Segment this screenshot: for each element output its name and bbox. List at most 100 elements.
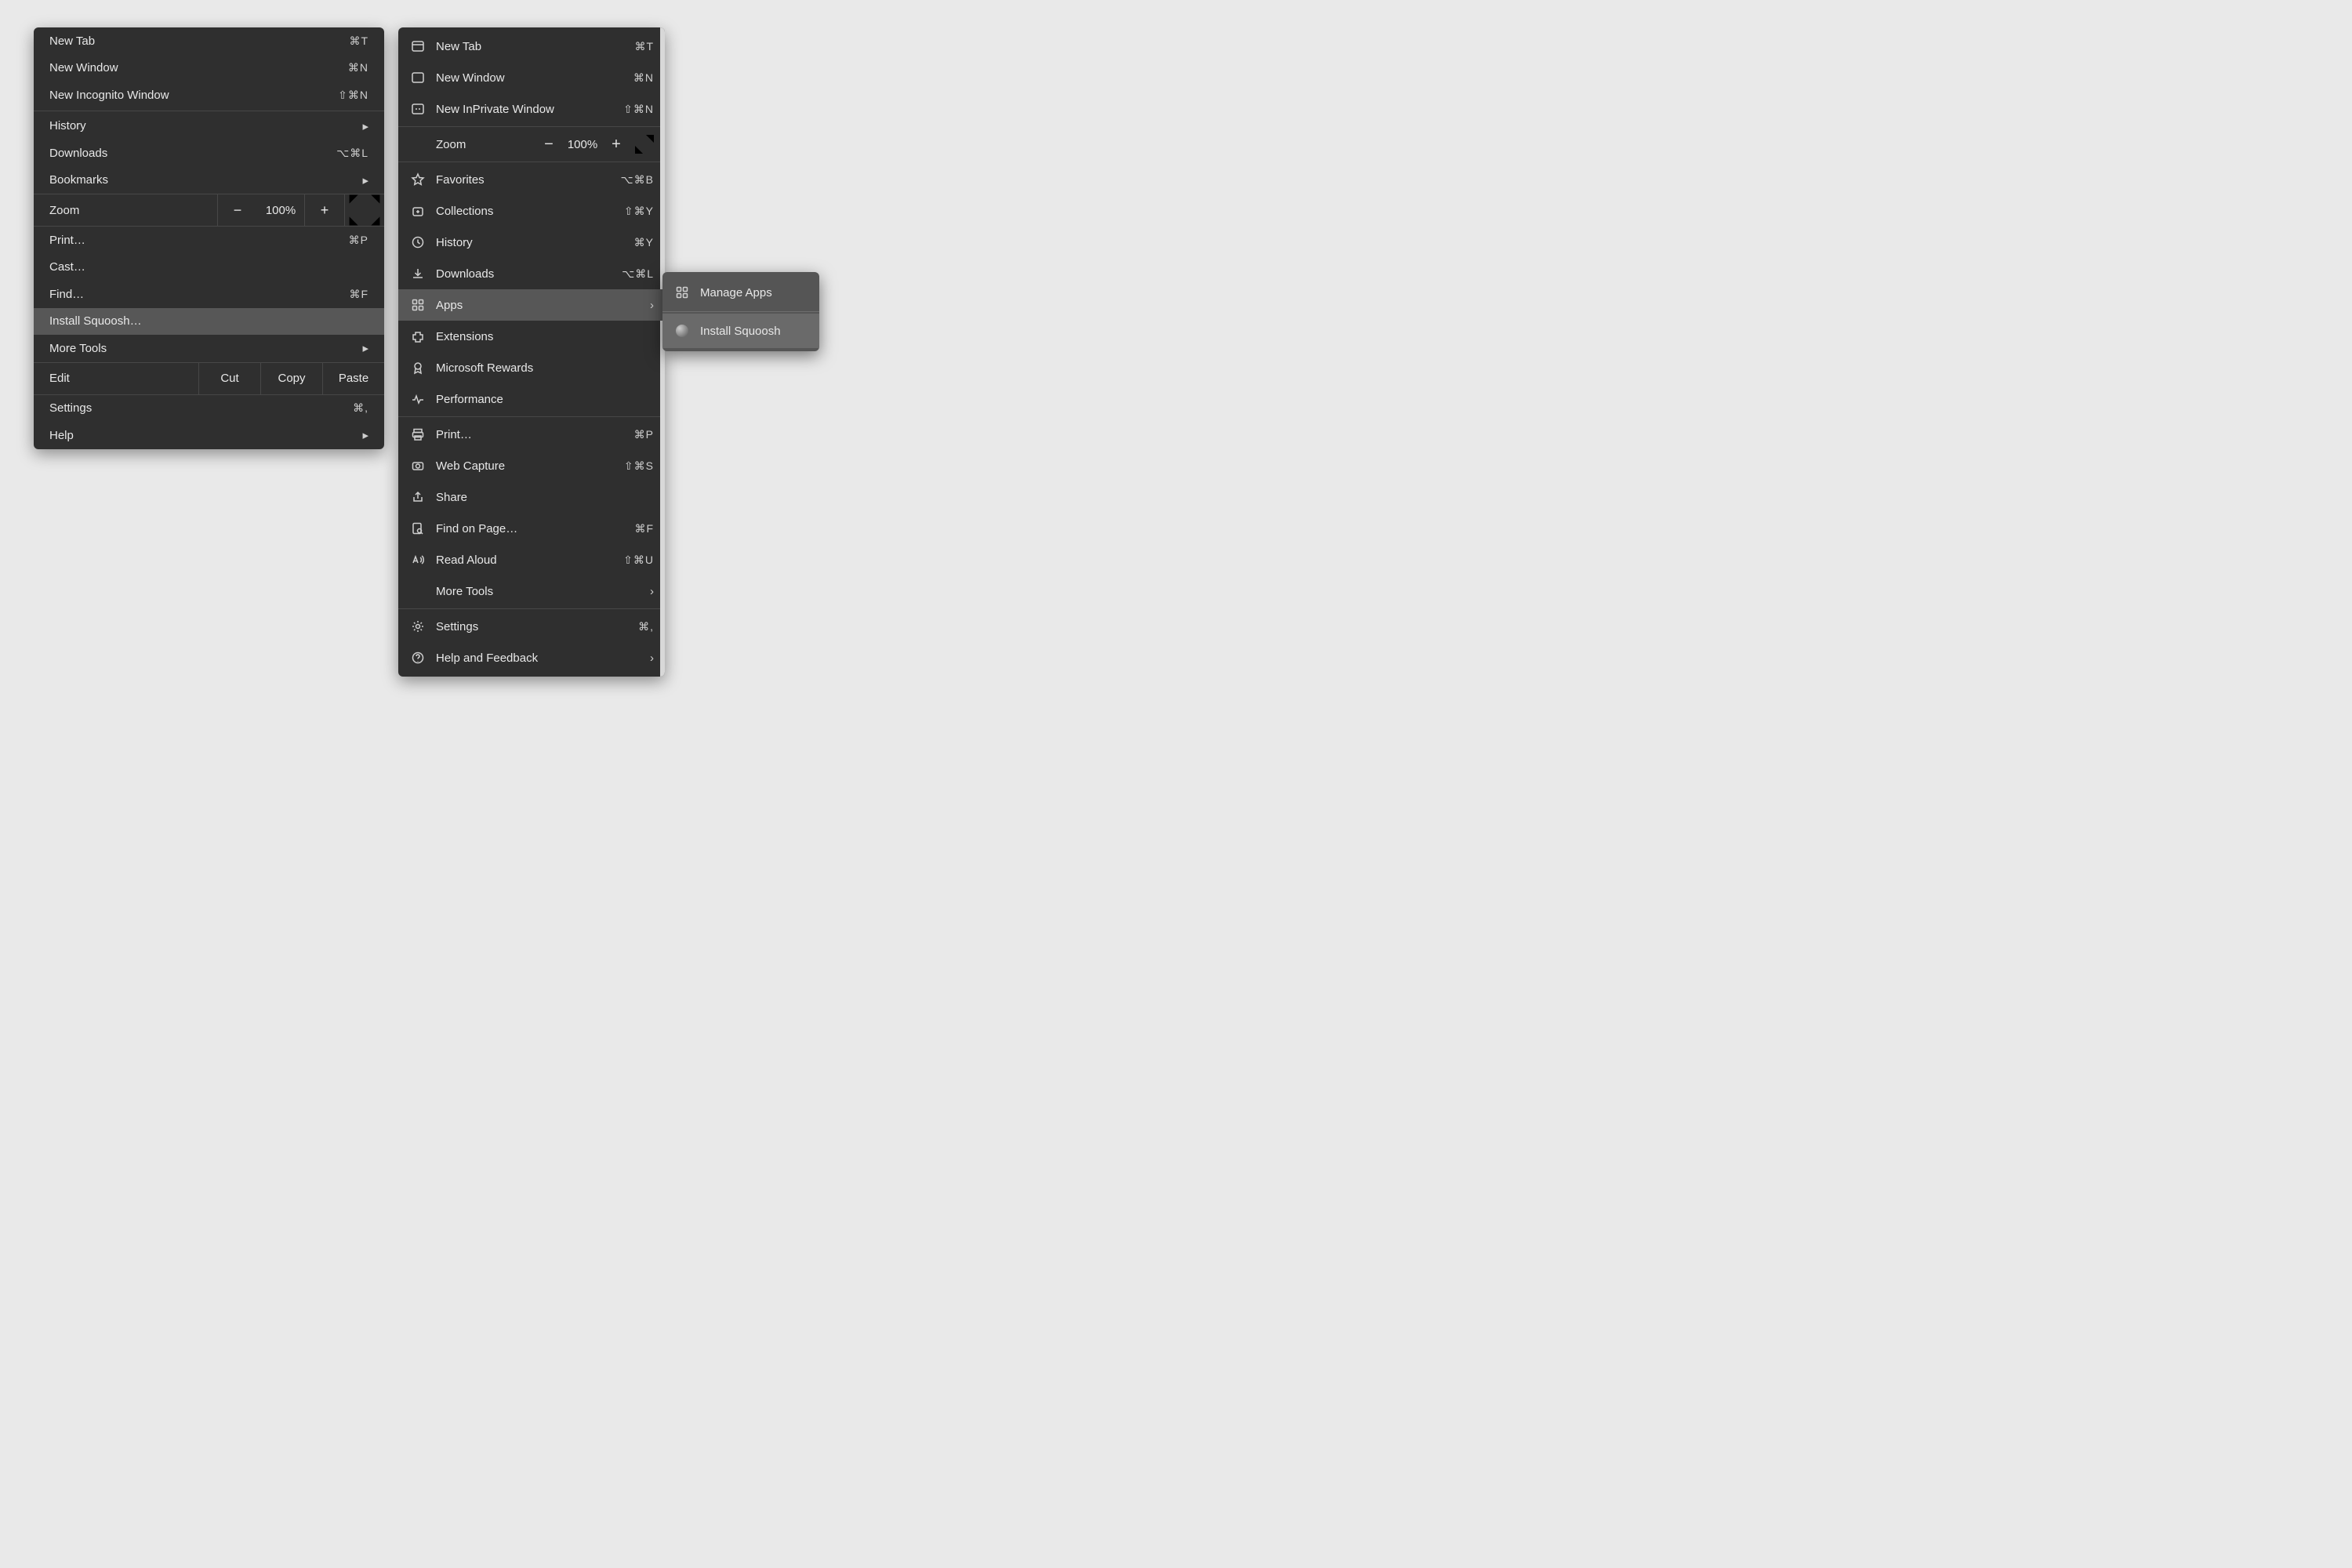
shortcut: ⌘F [349,288,368,301]
menu-item-install-squoosh[interactable]: Install Squoosh… [34,308,384,336]
label: Cast… [49,260,368,274]
zoom-label: Zoom [34,204,217,217]
shortcut: ⇧⌘S [624,459,654,473]
label: Favorites [436,173,621,187]
zoom-in-button[interactable]: + [304,194,344,226]
menu-item-find-on-page[interactable]: Find on Page… ⌘F [398,513,665,544]
zoom-row: Zoom − 100% + [398,129,665,160]
edge-overflow-menu: New Tab ⌘T New Window ⌘N New InPrivate W… [398,27,665,677]
shortcut: ⌘Y [634,236,654,249]
shortcut: ⌘T [634,40,654,53]
menu-item-settings[interactable]: Settings ⌘, [398,611,665,642]
menu-item-read-aloud[interactable]: Read Aloud ⇧⌘U [398,544,665,575]
menu-item-more-tools[interactable]: More Tools ▸ [34,335,384,362]
menu-item-history[interactable]: History ⌘Y [398,227,665,258]
label: New Tab [49,34,349,48]
collections-icon [409,202,426,220]
submenu-arrow-icon: › [650,299,654,312]
apps-submenu: Manage Apps Install Squoosh [662,272,819,351]
label: Print… [49,234,349,247]
shortcut: ⌘, [353,401,368,415]
label: Help [49,429,362,442]
copy-button[interactable]: Copy [260,363,322,394]
menu-item-print[interactable]: Print… ⌘P [398,419,665,450]
menu-item-new-incognito-window[interactable]: New Incognito Window ⇧⌘N [34,82,384,109]
label: New InPrivate Window [436,103,623,116]
separator [662,311,819,312]
menu-item-downloads[interactable]: Downloads ⌥⌘L [398,258,665,289]
label: History [49,119,362,132]
label: Settings [49,401,353,415]
expand-icon [630,130,659,158]
menu-item-more-tools[interactable]: More Tools › [398,575,665,607]
shortcut: ⌘N [633,71,654,85]
label: New Window [49,61,348,74]
menu-item-new-inprivate-window[interactable]: New InPrivate Window ⇧⌘N [398,93,665,125]
zoom-row: Zoom − 100% + [34,194,384,227]
edit-label: Edit [34,363,198,394]
menu-item-favorites[interactable]: Favorites ⌥⌘B [398,164,665,195]
print-icon [409,426,426,443]
menu-item-extensions[interactable]: Extensions [398,321,665,352]
new-tab-icon [409,38,426,55]
menu-item-new-window[interactable]: New Window ⌘N [34,55,384,82]
shortcut: ⌘N [348,61,368,74]
read-aloud-icon [409,551,426,568]
fullscreen-button[interactable] [344,194,384,226]
menu-item-settings[interactable]: Settings ⌘, [34,395,384,423]
zoom-value: 100% [563,138,602,151]
fullscreen-icon [345,191,384,230]
menu-item-help[interactable]: Help ▸ [34,422,384,449]
label: Manage Apps [700,286,808,299]
menu-item-find[interactable]: Find… ⌘F [34,281,384,308]
fullscreen-button[interactable] [630,133,659,155]
window-icon [409,69,426,86]
submenu-item-manage-apps[interactable]: Manage Apps [662,275,819,310]
submenu-item-install-squoosh[interactable]: Install Squoosh [662,314,819,348]
label: Apps [436,299,650,312]
shortcut: ⌥⌘L [622,267,654,281]
inprivate-icon [409,100,426,118]
label: Extensions [436,330,654,343]
label: Settings [436,620,638,633]
chrome-overflow-menu: New Tab ⌘T New Window ⌘N New Incognito W… [34,27,384,449]
separator [398,416,665,417]
menu-item-new-tab[interactable]: New Tab ⌘T [398,31,665,62]
apps-icon [409,296,426,314]
shortcut: ⌘, [638,620,654,633]
cut-button[interactable]: Cut [198,363,260,394]
menu-item-apps[interactable]: Apps › [398,289,665,321]
paste-button[interactable]: Paste [322,363,384,394]
shortcut: ⌘F [634,522,654,535]
share-icon [409,488,426,506]
shortcut: ⌘T [349,34,368,48]
zoom-out-button[interactable]: − [217,194,257,226]
squoosh-app-icon [673,322,691,339]
menu-item-bookmarks[interactable]: Bookmarks ▸ [34,167,384,194]
label: Downloads [436,267,622,281]
label: Print… [436,428,634,441]
label: Microsoft Rewards [436,361,654,375]
submenu-arrow-icon: › [650,652,654,665]
zoom-in-button[interactable]: + [602,133,630,155]
menu-item-new-window[interactable]: New Window ⌘N [398,62,665,93]
menu-item-cast[interactable]: Cast… [34,254,384,281]
menu-item-history[interactable]: History ▸ [34,113,384,140]
menu-item-downloads[interactable]: Downloads ⌥⌘L [34,140,384,167]
menu-item-help-and-feedback[interactable]: Help and Feedback › [398,642,665,673]
shortcut: ⇧⌘U [623,554,654,567]
label: New Incognito Window [49,89,338,102]
zoom-out-button[interactable]: − [535,133,563,155]
download-icon [409,265,426,282]
menu-item-performance[interactable]: Performance [398,383,665,415]
label: History [436,236,634,249]
menu-item-new-tab[interactable]: New Tab ⌘T [34,27,384,55]
menu-item-microsoft-rewards[interactable]: Microsoft Rewards [398,352,665,383]
menu-item-print[interactable]: Print… ⌘P [34,227,384,254]
menu-item-collections[interactable]: Collections ⇧⌘Y [398,195,665,227]
shortcut: ⇧⌘N [338,89,368,102]
menu-item-web-capture[interactable]: Web Capture ⇧⌘S [398,450,665,481]
shortcut: ⌥⌘L [336,147,368,160]
label: Downloads [49,147,336,160]
menu-item-share[interactable]: Share [398,481,665,513]
